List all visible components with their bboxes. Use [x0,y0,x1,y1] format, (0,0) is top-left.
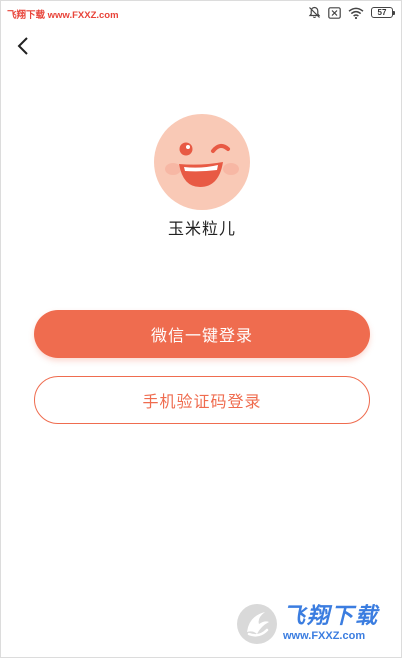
user-nickname: 玉米粒儿 [167,219,236,238]
bell-off-icon [308,6,321,19]
status-bar: 飞翔下载 www.FXXZ.com 57 [1,1,402,27]
back-button[interactable] [13,35,35,57]
watermark-logo-icon [237,604,277,644]
watermark-title: 飞翔下载 [283,604,380,629]
watermark-url: www.FXXZ.com [283,629,380,643]
watermark-logo: 飞翔下载 www.FXXZ.com [235,599,397,649]
wechat-login-button[interactable]: 微信一键登录 [34,310,370,358]
phone-code-login-button[interactable]: 手机验证码登录 [34,376,370,424]
watermark-text-block: 飞翔下载 www.FXXZ.com [283,604,380,643]
watermark-text: 飞翔下载 www.FXXZ.com [7,10,119,21]
status-icons: 57 [308,6,395,19]
close-box-icon [328,6,341,19]
login-screen: 飞翔下载 www.FXXZ.com 57 玉米粒儿 微信一键登录 手机验证码登录… [0,0,402,658]
avatar [154,114,250,210]
wifi-icon [348,7,364,19]
battery-icon: 57 [371,7,395,18]
